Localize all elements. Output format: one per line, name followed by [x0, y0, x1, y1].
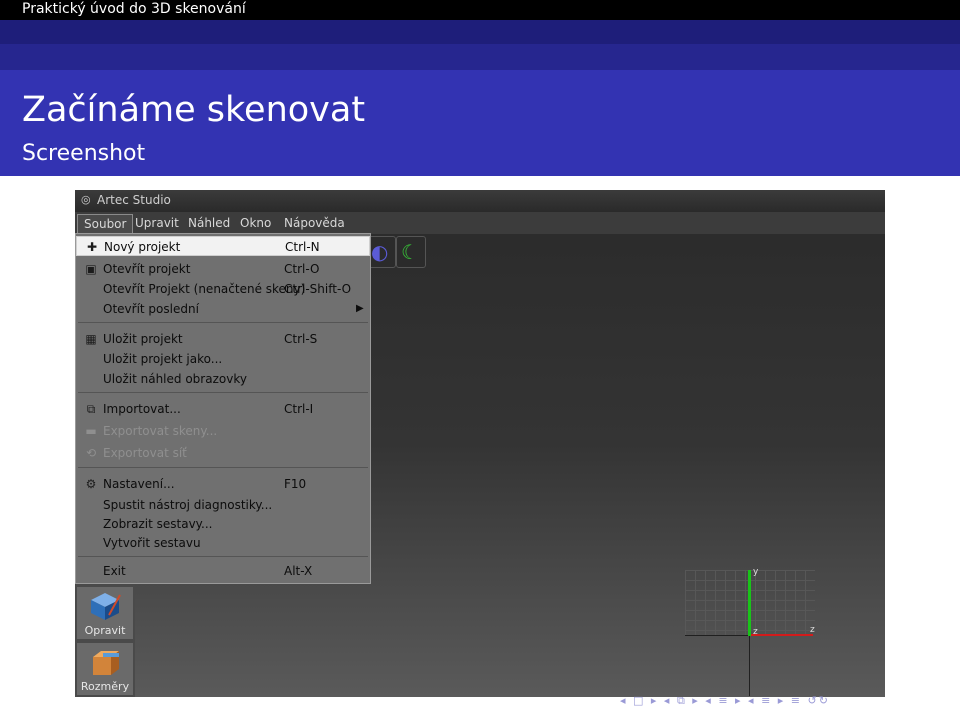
menu-item-label: Spustit nástroj diagnostiky...	[103, 498, 273, 512]
menu-item-label: Nastavení...	[103, 477, 175, 491]
gear-icon: ⚙	[85, 477, 97, 491]
menu-separator	[78, 556, 368, 557]
menu-item-label: Otevřít Projekt (nenačtené skeny)	[103, 282, 306, 296]
menu-upravit[interactable]: Upravit	[129, 214, 185, 232]
menu-item-show-reports[interactable]: Zobrazit sestavy...	[76, 514, 370, 534]
sphere-icon: ◐	[371, 240, 389, 264]
menu-napoveda[interactable]: Nápověda	[278, 214, 351, 232]
menu-item-save-screenshot[interactable]: Uložit náhled obrazovky	[76, 369, 370, 389]
y-axis	[748, 570, 751, 636]
x-axis	[751, 634, 813, 636]
window-title: Artec Studio	[97, 193, 171, 207]
beamer-navigation-symbols[interactable]: ◂ □ ▸ ◂ ⧉ ▸ ◂ ≡ ▸ ◂ ≡ ▸ ≡ ↺↻	[620, 693, 952, 709]
menu-separator	[78, 322, 368, 323]
menu-soubor[interactable]: Soubor	[77, 214, 134, 234]
menu-item-open-project[interactable]: ▣ Otevřít projekt Ctrl-O	[76, 259, 370, 279]
menu-item-shortcut: Alt-X	[284, 564, 313, 578]
submenu-arrow-icon: ▶	[356, 303, 364, 314]
edit-tool-label: Opravit	[84, 624, 126, 637]
menu-item-export-mesh[interactable]: ⟲ Exportovat síť	[76, 443, 370, 463]
axis-line	[685, 635, 749, 636]
export-mesh-icon: ⟲	[85, 446, 97, 460]
moon-icon: ☾	[401, 240, 419, 264]
menu-separator	[78, 392, 368, 393]
menu-item-create-report[interactable]: Vytvořit sestavu	[76, 533, 370, 553]
menu-item-open-recent[interactable]: Otevřít poslední ▶	[76, 299, 370, 319]
measure-tool-button[interactable]: Rozměry	[77, 643, 133, 695]
edit-tool-button[interactable]: Opravit	[77, 587, 133, 639]
menu-item-shortcut: F10	[284, 477, 307, 491]
cube-icon	[91, 593, 121, 620]
y-axis-label: y	[753, 567, 759, 577]
app-icon: ◎	[81, 193, 91, 206]
menu-item-shortcut: Ctrl-Shift-O	[284, 282, 352, 296]
menu-item-label: Nový projekt	[104, 240, 181, 254]
window-titlebar: ◎ Artec Studio	[75, 190, 885, 212]
menu-item-label: Exportovat síť	[103, 446, 187, 460]
menu-item-label: Otevřít projekt	[103, 262, 191, 276]
menu-okno[interactable]: Okno	[234, 214, 277, 232]
save-icon: ▦	[85, 332, 97, 346]
menu-item-save-project[interactable]: ▦ Uložit projekt Ctrl-S	[76, 329, 370, 349]
menubar: Soubor Upravit Náhled Okno Nápověda	[75, 212, 885, 234]
presentation-header: Praktický úvod do 3D skenování	[0, 0, 960, 20]
open-folder-icon: ▣	[85, 262, 97, 276]
menu-item-shortcut: Ctrl-I	[284, 402, 314, 416]
new-project-icon: ✚	[86, 240, 98, 254]
menu-item-import[interactable]: ⧉ Importovat... Ctrl-I	[76, 399, 370, 419]
menu-item-settings[interactable]: ⚙ Nastavení... F10	[76, 474, 370, 494]
menu-item-label: Exit	[103, 564, 126, 578]
subsection-navigation-band	[0, 44, 960, 70]
menu-item-shortcut: Ctrl-N	[285, 240, 320, 254]
frame-title: Začínáme skenovat	[22, 90, 366, 130]
menu-item-open-project-unloaded[interactable]: Otevřít Projekt (nenačtené skeny) Ctrl-S…	[76, 279, 370, 299]
menu-item-label: Zobrazit sestavy...	[103, 517, 213, 531]
menu-item-label: Uložit náhled obrazovky	[103, 372, 247, 386]
menu-item-save-project-as[interactable]: Uložit projekt jako...	[76, 349, 370, 369]
menu-item-shortcut: Ctrl-S	[284, 332, 318, 346]
menu-item-label: Vytvořit sestavu	[103, 536, 201, 550]
axis-line	[749, 636, 750, 696]
menu-item-label: Otevřít poslední	[103, 302, 199, 316]
section-navigation-band	[0, 20, 960, 44]
export-scans-icon: ▬	[85, 424, 97, 438]
presentation-title: Praktický úvod do 3D skenování	[22, 1, 246, 17]
menu-item-export-scans[interactable]: ▬ Exportovat skeny...	[76, 421, 370, 441]
menu-nahled[interactable]: Náhled	[182, 214, 236, 232]
menu-item-label: Uložit projekt	[103, 332, 183, 346]
menu-item-new-project[interactable]: ✚ Nový projekt Ctrl-N	[76, 236, 370, 256]
import-icon: ⧉	[86, 402, 96, 416]
menu-item-diagnostics[interactable]: Spustit nástroj diagnostiky...	[76, 495, 370, 515]
x-axis-label: z	[810, 625, 815, 635]
tool-panel: Opravit Rozměry	[75, 585, 135, 697]
toolbar-button-view[interactable]: ☾	[396, 236, 426, 268]
menu-item-exit[interactable]: Exit Alt-X	[76, 561, 370, 581]
menu-separator	[78, 467, 368, 468]
file-menu-dropdown: ✚ Nový projekt Ctrl-N ▣ Otevřít projekt …	[75, 233, 371, 584]
menu-item-shortcut: Ctrl-O	[284, 262, 320, 276]
frame-subtitle: Screenshot	[22, 141, 146, 166]
menu-item-label: Uložit projekt jako...	[103, 352, 223, 366]
measure-tool-label: Rozměry	[80, 680, 130, 693]
z-axis-label: z	[753, 627, 758, 637]
menu-item-label: Importovat...	[103, 402, 181, 416]
menu-item-label: Exportovat skeny...	[103, 424, 218, 438]
measure-icon	[93, 651, 119, 675]
